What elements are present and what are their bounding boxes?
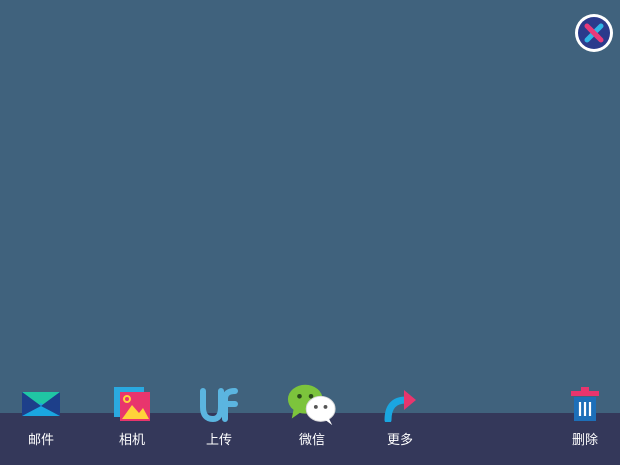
drawing-canvas[interactable] — [0, 0, 620, 413]
camera-button[interactable]: 相机 — [96, 380, 168, 465]
more-button[interactable]: 更多 — [364, 380, 436, 465]
mail-label: 邮件 — [27, 433, 54, 448]
upload-icon — [193, 380, 245, 428]
mail-button[interactable]: 邮件 — [5, 380, 77, 465]
delete-label: 删除 — [571, 433, 598, 448]
photo-icon — [106, 380, 158, 428]
more-label: 更多 — [386, 433, 413, 448]
upload-label: 上传 — [205, 433, 232, 448]
delete-button[interactable]: 删除 — [549, 380, 620, 465]
camera-label: 相机 — [118, 433, 145, 448]
trash-icon — [559, 380, 611, 428]
wechat-icon — [286, 380, 338, 428]
wechat-button[interactable]: 微信 — [276, 380, 348, 465]
close-icon — [575, 14, 613, 52]
mail-icon — [15, 380, 67, 428]
share-arrow-icon — [374, 380, 426, 428]
wechat-label: 微信 — [298, 433, 325, 448]
upload-button[interactable]: 上传 — [183, 380, 255, 465]
close-button[interactable] — [574, 13, 614, 53]
